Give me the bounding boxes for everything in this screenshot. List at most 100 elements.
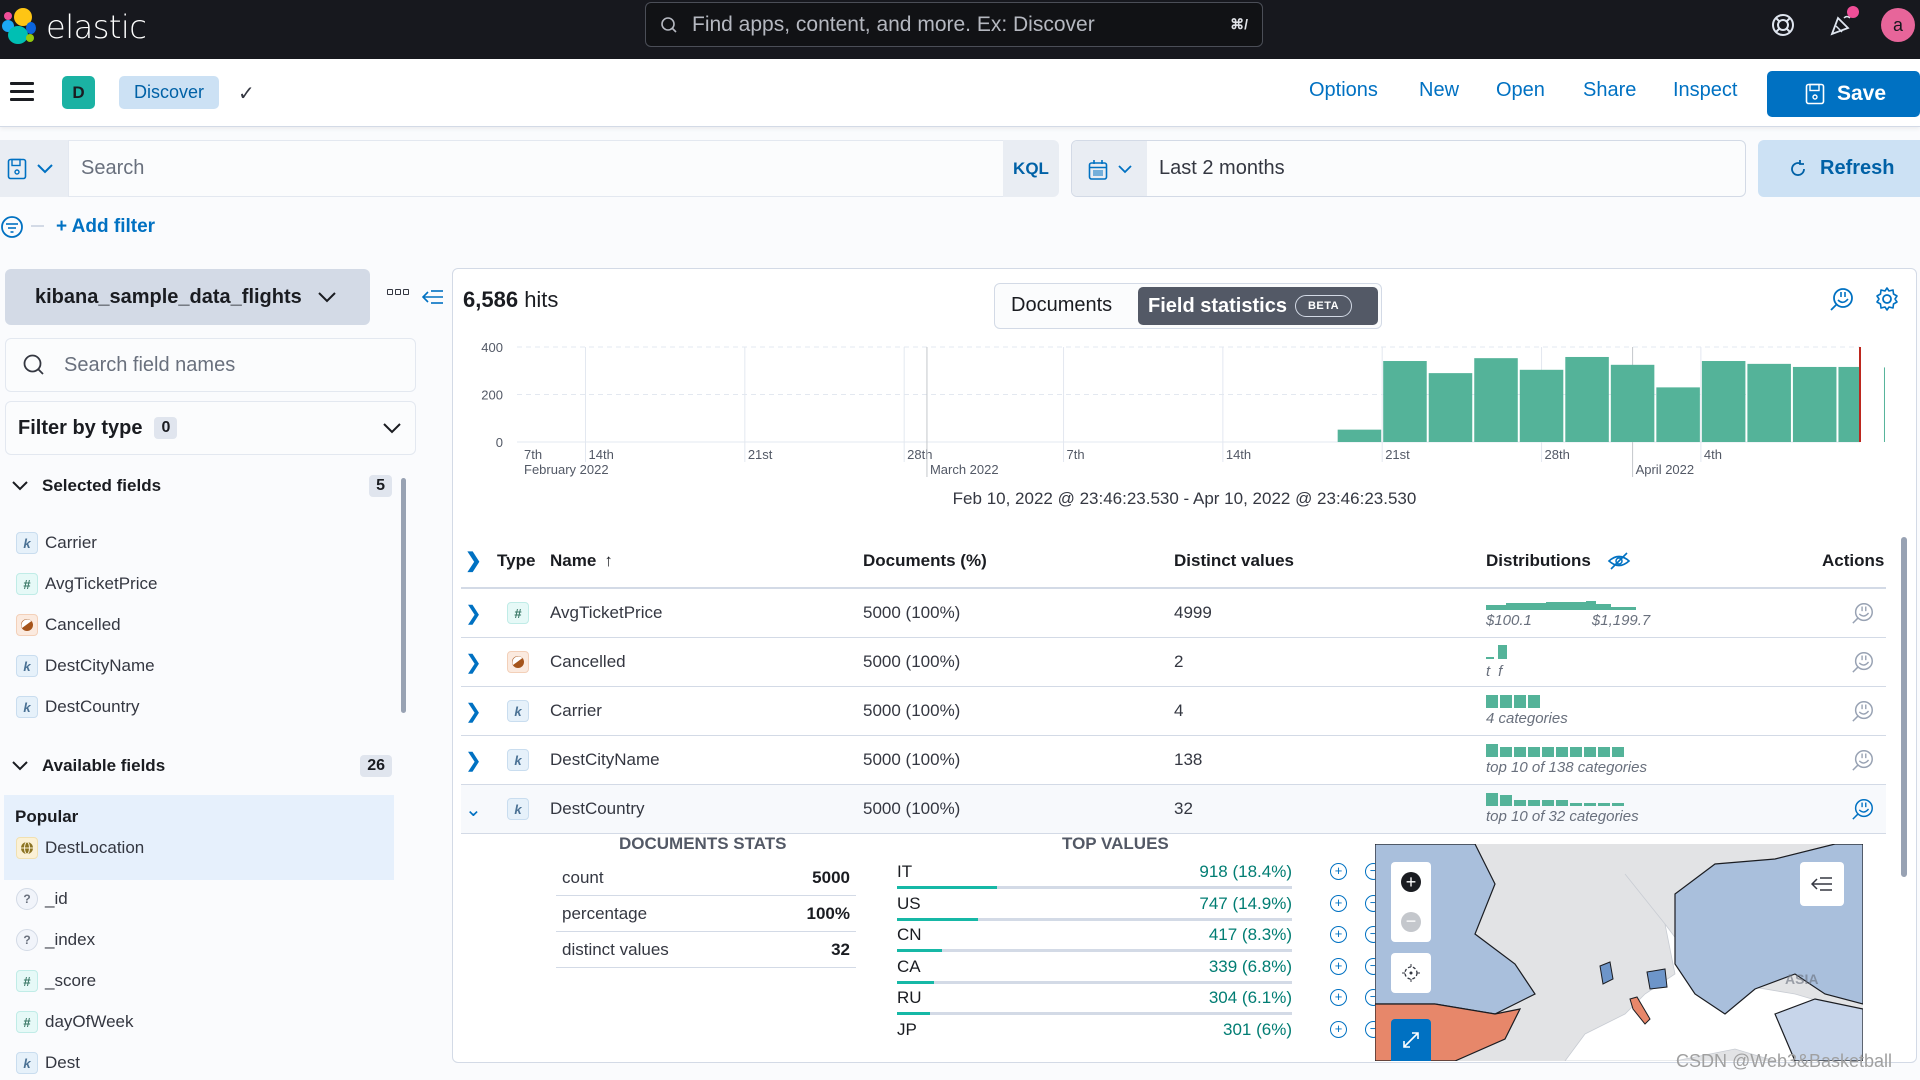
zoom-in-button[interactable]: +	[1401, 872, 1421, 892]
selected-fields-toggle[interactable]: Selected fields 5	[12, 471, 392, 501]
share-link[interactable]: Share	[1583, 79, 1636, 102]
expanded-row-details: DOCUMENTS STATS count 5000 percentage 100%…	[453, 826, 1894, 1062]
field-item-dayofweek[interactable]: # dayOfWeek	[16, 1007, 134, 1037]
country-map[interactable]: ASIA + −	[1375, 844, 1863, 1061]
breadcrumb-discover[interactable]: Discover	[119, 76, 220, 109]
column-header-name[interactable]: Name ↑	[550, 534, 613, 587]
table-row[interactable]: ❯ # AvgTicketPrice 5000 (100%) 4999 $100.1 $1,…	[461, 589, 1886, 638]
field-item-avgticketprice[interactable]: # AvgTicketPrice	[16, 569, 157, 599]
explore-action-button[interactable]	[1851, 589, 1875, 637]
layer-control-button[interactable]	[1800, 862, 1844, 906]
column-header-distributions[interactable]: Distributions	[1486, 534, 1631, 587]
tab-field-statistics[interactable]: Field statistics BETA	[1138, 287, 1378, 325]
field-item-destlocation[interactable]: DestLocation	[16, 833, 144, 863]
histogram-bar[interactable]	[1428, 373, 1473, 442]
explore-action-button[interactable]	[1851, 736, 1875, 784]
histogram-bar[interactable]	[1883, 367, 1885, 442]
histogram-bar[interactable]	[1792, 366, 1837, 442]
space-avatar[interactable]: D	[62, 76, 95, 109]
field-item-dest[interactable]: k Dest	[16, 1048, 80, 1078]
column-header-documents[interactable]: Documents (%)	[863, 534, 987, 587]
field-item-id[interactable]: ? _id	[16, 884, 68, 914]
table-scrollbar[interactable]	[1901, 537, 1907, 877]
top-value-row: CA 339 (6.8%) + −	[895, 957, 1395, 988]
expand-row-button[interactable]: ❯	[465, 736, 482, 784]
histogram-bar[interactable]	[1656, 387, 1700, 442]
popular-label: Popular	[15, 807, 79, 826]
histogram-bar[interactable]	[1337, 429, 1382, 442]
save-button[interactable]: Save	[1767, 71, 1920, 117]
date-picker[interactable]: Last 2 months	[1071, 140, 1746, 197]
menu-toggle-button[interactable]	[10, 82, 34, 102]
histogram-bar[interactable]	[1701, 361, 1746, 442]
field-item-destcountry[interactable]: k DestCountry	[16, 692, 139, 722]
histogram-bar[interactable]	[1747, 363, 1791, 442]
filter-for-value-button[interactable]: +	[1330, 863, 1347, 880]
histogram-bar[interactable]	[1383, 361, 1427, 442]
histogram-chart[interactable]: 40020007thFebruary 202214th 21st 28thMarch…	[453, 329, 1916, 499]
elastic-logo[interactable]: elastic	[2, 8, 147, 46]
global-search-input[interactable]: Find apps, content, and more. Ex: Discov…	[645, 2, 1263, 47]
index-pattern-selector[interactable]: kibana_sample_data_flights	[5, 269, 370, 325]
field-item-cancelled[interactable]: Cancelled	[16, 610, 121, 640]
available-fields-toggle[interactable]: Available fields 26	[12, 751, 392, 781]
explore-action-button[interactable]	[1851, 638, 1875, 686]
expand-row-button[interactable]: ❯	[465, 589, 482, 637]
field-item-destcityname[interactable]: k DestCityName	[16, 651, 155, 681]
distribution-cell: $100.1 $1,199.7	[1486, 589, 1650, 637]
filter-for-value-button[interactable]: +	[1330, 1020, 1347, 1038]
fullscreen-button[interactable]	[1391, 1019, 1431, 1061]
query-language-button[interactable]: KQL	[1003, 140, 1059, 197]
zoom-out-button[interactable]: −	[1401, 912, 1421, 932]
query-search-input[interactable]: Search	[68, 140, 1003, 197]
explore-action-button[interactable]	[1851, 687, 1875, 735]
filter-for-value-button[interactable]: +	[1330, 926, 1347, 943]
filter-icon[interactable]	[0, 215, 24, 239]
collapse-sidebar-icon[interactable]	[422, 288, 444, 306]
filter-for-value-button[interactable]: +	[1330, 894, 1347, 912]
help-button[interactable]	[1768, 10, 1798, 40]
field-name-search-input[interactable]: Search field names	[5, 338, 416, 392]
expand-all-button[interactable]: ❯	[465, 534, 482, 587]
add-filter-button[interactable]: + Add filter	[56, 216, 155, 238]
tab-documents[interactable]: Documents	[1011, 294, 1112, 317]
dist-categories-label: top 10 of 32 categories	[1486, 808, 1639, 825]
saved-query-menu-button[interactable]	[0, 140, 68, 197]
eye-closed-icon[interactable]	[1607, 551, 1631, 570]
open-link[interactable]: Open	[1496, 79, 1545, 102]
histogram-bar[interactable]	[1474, 358, 1518, 442]
field-item-index[interactable]: ? _index	[16, 925, 95, 955]
table-row[interactable]: ❯ k DestCityName 5000 (100%) 138 top 10 of 13…	[461, 736, 1886, 785]
filter-by-type-button[interactable]: Filter by type 0	[5, 401, 416, 455]
table-row[interactable]: ❯ Cancelled 5000 (100%) 2 t f	[461, 638, 1886, 687]
data-visualizer-icon[interactable]	[1829, 286, 1855, 312]
filter-for-value-button[interactable]: +	[1330, 957, 1347, 975]
inspect-link[interactable]: Inspect	[1673, 79, 1737, 102]
fit-to-data-button[interactable]	[1391, 953, 1431, 993]
gear-icon[interactable]	[1874, 286, 1900, 312]
top-value-label: JP	[897, 1019, 917, 1039]
help-lifebuoy-icon	[1772, 14, 1794, 36]
column-header-distinct-values[interactable]: Distinct values	[1174, 534, 1294, 587]
sidebar-scrollbar[interactable]	[401, 478, 406, 713]
quick-select-button[interactable]	[1072, 141, 1147, 196]
column-header-type[interactable]: Type	[497, 534, 535, 587]
filter-for-value-button[interactable]: +	[1330, 989, 1347, 1006]
table-row[interactable]: ❯ k Carrier 5000 (100%) 4 4 categories	[461, 687, 1886, 736]
refresh-button[interactable]: Refresh	[1758, 140, 1920, 197]
expand-row-button[interactable]: ❯	[465, 638, 482, 686]
index-pattern-actions-button[interactable]	[387, 289, 409, 295]
histogram-bar[interactable]	[1565, 356, 1609, 442]
field-name: dayOfWeek	[45, 1012, 134, 1031]
expand-row-button[interactable]: ❯	[465, 687, 482, 735]
dist-true-label: t	[1486, 662, 1491, 680]
new-link[interactable]: New	[1419, 79, 1459, 102]
histogram-bar[interactable]	[1838, 366, 1859, 442]
field-item-carrier[interactable]: k Carrier	[16, 528, 97, 558]
histogram-bar[interactable]	[1519, 369, 1564, 442]
user-avatar[interactable]: a	[1881, 8, 1915, 42]
histogram-bar[interactable]	[1610, 364, 1655, 442]
column-header-actions: Actions	[1822, 550, 1885, 570]
field-item-score[interactable]: # _score	[16, 966, 96, 996]
options-link[interactable]: Options	[1309, 79, 1378, 102]
